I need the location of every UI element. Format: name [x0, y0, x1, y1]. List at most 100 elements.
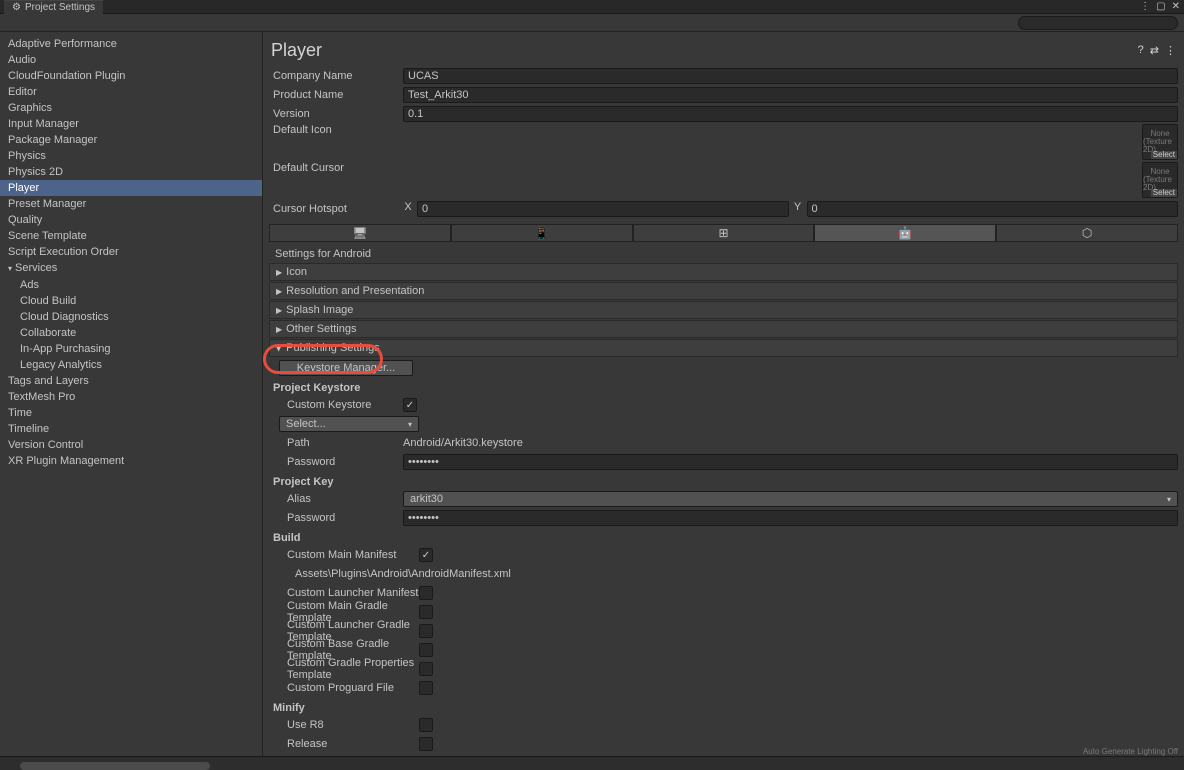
- custom-base-gradle-checkbox[interactable]: [419, 643, 433, 657]
- custom-launcher-manifest-label: Custom Launcher Manifest: [269, 587, 419, 599]
- alias-dropdown[interactable]: arkit30: [403, 491, 1178, 507]
- footer-progress: [20, 762, 210, 770]
- password-label: Password: [269, 456, 403, 468]
- settings-for-label: Settings for Android: [269, 245, 1178, 263]
- section-icon-label: Icon: [286, 266, 307, 278]
- custom-launcher-manifest-checkbox[interactable]: [419, 586, 433, 600]
- platform-tab-windows[interactable]: ⊞: [633, 224, 815, 242]
- section-resolution[interactable]: ▶Resolution and Presentation: [269, 282, 1178, 300]
- company-label: Company Name: [269, 70, 403, 82]
- sidebar-item-ads[interactable]: Ads: [0, 277, 262, 293]
- window-title: Project Settings: [25, 2, 95, 13]
- default-cursor-slot[interactable]: None (Texture 2D) Select: [1142, 162, 1178, 198]
- select-label: Select...: [286, 418, 326, 430]
- custom-launcher-gradle-checkbox[interactable]: [419, 624, 433, 638]
- settings-icon[interactable]: ⋮: [1165, 44, 1176, 57]
- close-icon[interactable]: ✕: [1172, 1, 1180, 12]
- keystore-select-dropdown[interactable]: Select...: [279, 416, 419, 432]
- sidebar-item-player[interactable]: Player: [0, 180, 262, 196]
- section-icon[interactable]: ▶Icon: [269, 263, 1178, 281]
- section-resolution-label: Resolution and Presentation: [286, 285, 424, 297]
- help-icon[interactable]: ?: [1138, 44, 1144, 57]
- sidebar-item-editor[interactable]: Editor: [0, 84, 262, 100]
- custom-main-manifest-label: Custom Main Manifest: [269, 549, 419, 561]
- release-label: Release: [269, 738, 419, 750]
- custom-keystore-label: Custom Keystore: [269, 399, 403, 411]
- player-panel: Player ? ⇄ ⋮ Company Name Product Name V…: [263, 32, 1184, 756]
- platform-tab-android[interactable]: 🤖: [814, 224, 996, 242]
- sidebar-item-audio[interactable]: Audio: [0, 52, 262, 68]
- sidebar-item-timeline[interactable]: Timeline: [0, 421, 262, 437]
- sidebar-item-iap[interactable]: In-App Purchasing: [0, 341, 262, 357]
- keystore-password-input[interactable]: [403, 454, 1178, 470]
- hotspot-x-input[interactable]: [417, 201, 789, 217]
- sidebar-item-quality[interactable]: Quality: [0, 212, 262, 228]
- sidebar-item-version-control[interactable]: Version Control: [0, 437, 262, 453]
- section-publishing[interactable]: ▶Publishing Settings: [269, 339, 1178, 357]
- windows-icon: ⊞: [718, 226, 728, 240]
- custom-main-gradle-checkbox[interactable]: [419, 605, 433, 619]
- desktop-icon: 🖥: [352, 226, 367, 240]
- sidebar-item-textmesh[interactable]: TextMesh Pro: [0, 389, 262, 405]
- use-r8-label: Use R8: [269, 719, 419, 731]
- sidebar-item-time[interactable]: Time: [0, 405, 262, 421]
- use-r8-checkbox[interactable]: [419, 718, 433, 732]
- platform-tab-ios[interactable]: 📱: [451, 224, 633, 242]
- search-input[interactable]: [1018, 16, 1178, 30]
- release-checkbox[interactable]: [419, 737, 433, 751]
- project-keystore-title: Project Keystore: [269, 378, 1178, 396]
- sidebar-item-tags[interactable]: Tags and Layers: [0, 373, 262, 389]
- default-icon-label: Default Icon: [269, 124, 403, 136]
- minify-title: Minify: [269, 698, 1178, 716]
- preset-icon[interactable]: ⇄: [1150, 44, 1159, 57]
- sidebar-item-preset-manager[interactable]: Preset Manager: [0, 196, 262, 212]
- page-title: Player: [271, 40, 322, 61]
- sidebar-item-physics[interactable]: Physics: [0, 148, 262, 164]
- default-icon-slot[interactable]: None (Texture 2D) Select: [1142, 124, 1178, 160]
- product-label: Product Name: [269, 89, 403, 101]
- custom-gradle-props-checkbox[interactable]: [419, 662, 433, 676]
- version-input[interactable]: [403, 106, 1178, 122]
- section-publishing-label: Publishing Settings: [286, 342, 380, 354]
- alias-value: arkit30: [410, 493, 443, 505]
- sidebar-item-graphics[interactable]: Graphics: [0, 100, 262, 116]
- platform-tab-desktop[interactable]: 🖥: [269, 224, 451, 242]
- project-key-title: Project Key: [269, 472, 1178, 490]
- sidebar-item-legacy-analytics[interactable]: Legacy Analytics: [0, 357, 262, 373]
- sidebar-item-physics2d[interactable]: Physics 2D: [0, 164, 262, 180]
- sidebar-item-package-manager[interactable]: Package Manager: [0, 132, 262, 148]
- select-texture-button[interactable]: Select: [1151, 151, 1177, 159]
- sidebar-item-scene-template[interactable]: Scene Template: [0, 228, 262, 244]
- platform-tab-web[interactable]: ⬡: [996, 224, 1178, 242]
- path-value: Android/Arkit30.keystore: [403, 437, 523, 449]
- sidebar-item-cloud-build[interactable]: Cloud Build: [0, 293, 262, 309]
- manifest-path: Assets\Plugins\Android\AndroidManifest.x…: [269, 568, 511, 580]
- build-title: Build: [269, 528, 1178, 546]
- dock-icon[interactable]: ⋮: [1140, 1, 1150, 12]
- key-password-input[interactable]: [403, 510, 1178, 526]
- custom-gradle-props-label: Custom Gradle Properties Template: [269, 657, 419, 681]
- sidebar-item-adaptive[interactable]: Adaptive Performance: [0, 36, 262, 52]
- hotspot-y-input[interactable]: [807, 201, 1179, 217]
- select-cursor-button[interactable]: Select: [1151, 189, 1177, 197]
- keystore-manager-button[interactable]: Keystore Manager...: [279, 360, 413, 376]
- alias-label: Alias: [269, 493, 403, 505]
- section-other[interactable]: ▶Other Settings: [269, 320, 1178, 338]
- company-input[interactable]: [403, 68, 1178, 84]
- sidebar-item-script-exec[interactable]: Script Execution Order: [0, 244, 262, 260]
- sidebar-item-cloud-diag[interactable]: Cloud Diagnostics: [0, 309, 262, 325]
- sidebar-item-cloudfoundation[interactable]: CloudFoundation Plugin: [0, 68, 262, 84]
- key-password-label: Password: [269, 512, 403, 524]
- custom-main-manifest-checkbox[interactable]: [419, 548, 433, 562]
- sidebar-item-collaborate[interactable]: Collaborate: [0, 325, 262, 341]
- product-input[interactable]: [403, 87, 1178, 103]
- settings-sidebar: Adaptive Performance Audio CloudFoundati…: [0, 32, 263, 756]
- section-splash[interactable]: ▶Splash Image: [269, 301, 1178, 319]
- sidebar-item-services[interactable]: Services: [0, 260, 262, 277]
- sidebar-item-input-manager[interactable]: Input Manager: [0, 116, 262, 132]
- maximize-icon[interactable]: ▢: [1156, 1, 1165, 12]
- project-settings-tab[interactable]: ⚙ Project Settings: [4, 0, 103, 14]
- custom-keystore-checkbox[interactable]: [403, 398, 417, 412]
- sidebar-item-xr[interactable]: XR Plugin Management: [0, 453, 262, 469]
- custom-proguard-checkbox[interactable]: [419, 681, 433, 695]
